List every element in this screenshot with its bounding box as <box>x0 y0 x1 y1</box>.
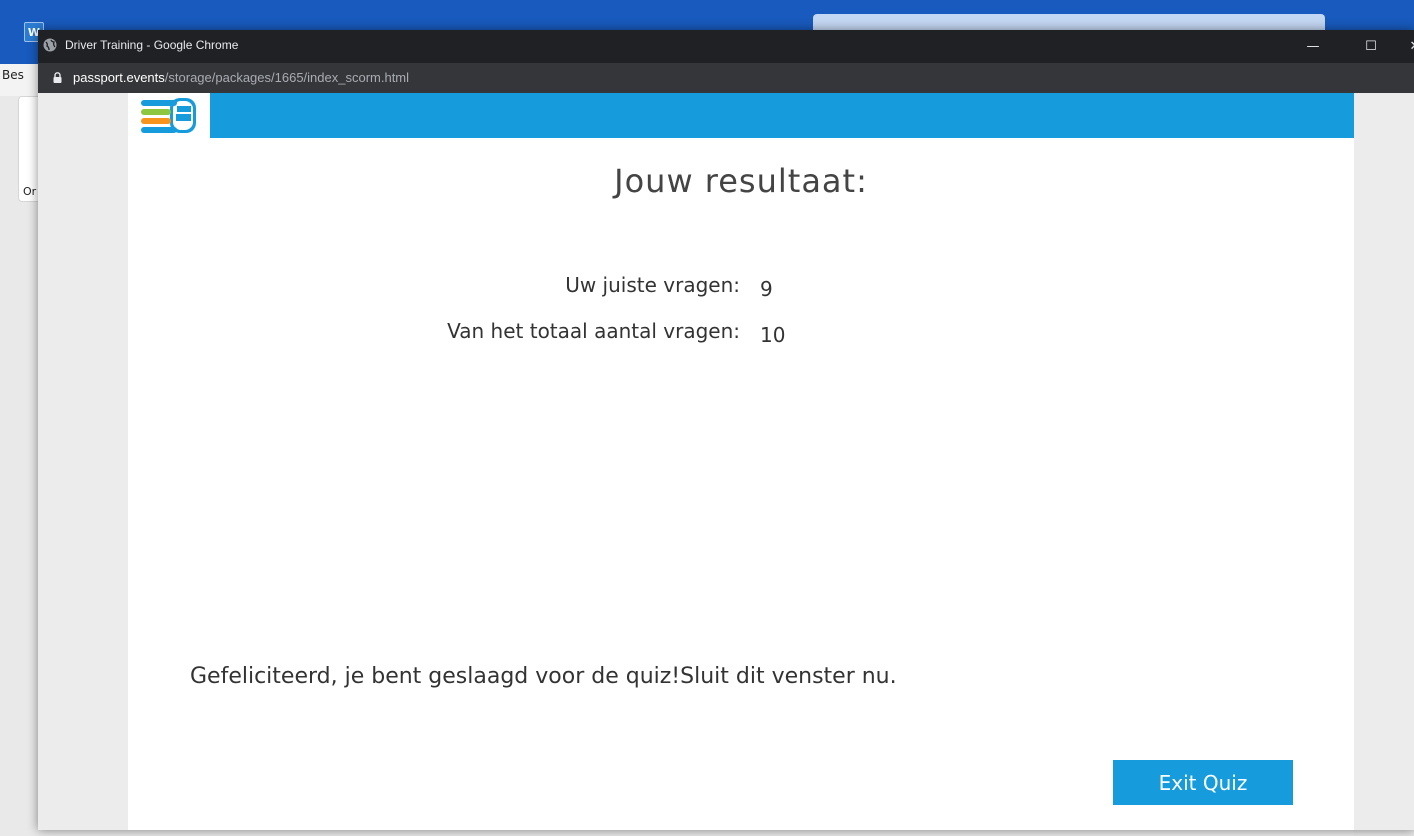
url-path: /storage/packages/1665/index_scorm.html <box>164 70 410 85</box>
exit-quiz-button[interactable]: Exit Quiz <box>1113 760 1293 805</box>
background-ribbon-text: Bes <box>2 68 24 82</box>
window-title: Driver Training - Google Chrome <box>65 38 239 52</box>
chrome-popup-window: Driver Training - Google Chrome — ☐ ✕ pa… <box>38 30 1414 830</box>
congratulations-message: Gefeliciteerd, je bent geslaagd voor de … <box>190 664 897 689</box>
minimize-button[interactable]: — <box>1290 30 1336 63</box>
quiz-container: Jouw resultaat: Uw juiste vragen: 9 Van … <box>128 93 1354 830</box>
maximize-button[interactable]: ☐ <box>1348 30 1394 63</box>
address-bar[interactable]: passport.events/storage/packages/1665/in… <box>38 63 1414 93</box>
chrome-titlebar[interactable]: Driver Training - Google Chrome — ☐ ✕ <box>38 30 1414 63</box>
quiz-header-bar <box>128 93 1354 138</box>
correct-answers-label: Uw juiste vragen: <box>565 273 740 297</box>
page-viewport: Jouw resultaat: Uw juiste vragen: 9 Van … <box>38 93 1414 830</box>
url-text[interactable]: passport.events/storage/packages/1665/in… <box>73 70 409 85</box>
correct-answers-value: 9 <box>760 277 773 301</box>
result-title: Jouw resultaat: <box>614 162 868 200</box>
background-card-text: Or <box>23 185 37 198</box>
total-questions-label: Van het totaal aantal vragen: <box>447 319 740 343</box>
lock-icon[interactable] <box>53 72 62 83</box>
total-questions-value: 10 <box>760 323 786 347</box>
url-domain: passport.events <box>73 70 165 85</box>
logo-container <box>128 93 210 138</box>
close-button[interactable]: ✕ <box>1392 30 1414 63</box>
globe-icon <box>43 38 57 52</box>
safe-use-logo-icon <box>141 98 196 133</box>
